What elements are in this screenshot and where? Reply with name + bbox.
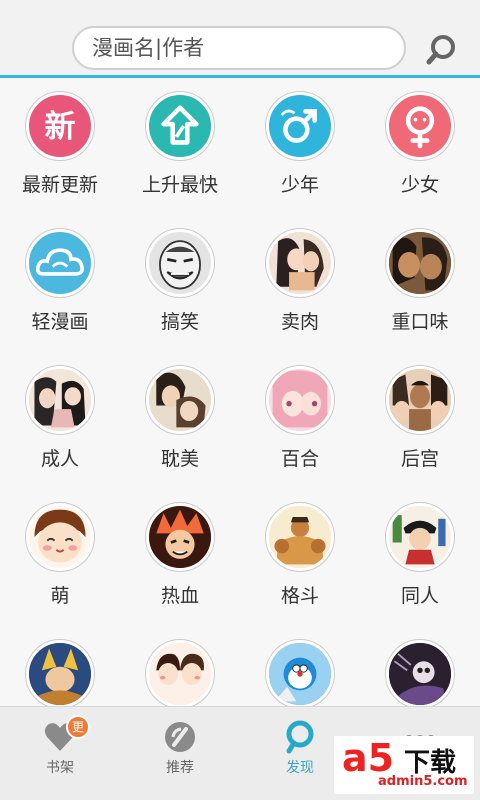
category-label: 搞笑 <box>160 311 199 333</box>
fighter-thumbnail <box>266 503 334 571</box>
category-label: 成人 <box>40 448 79 470</box>
category-fantasy[interactable] <box>0 632 120 706</box>
discover-search-icon <box>282 719 318 755</box>
category-hardcore[interactable]: 重口味 <box>360 221 480 351</box>
action-hero-thumbnail <box>146 503 214 571</box>
svg-text:新: 新 <box>45 109 76 145</box>
category-label: 热血 <box>160 585 199 607</box>
search-input[interactable] <box>92 28 392 68</box>
category-comedy[interactable]: 搞笑 <box>120 221 240 351</box>
category-fanservice[interactable]: 卖肉 <box>240 221 360 351</box>
meme-face-thumbnail <box>146 229 214 297</box>
category-label: 上升最快 <box>141 174 218 196</box>
rising-arrow-icon <box>146 92 214 160</box>
category-label: 轻漫画 <box>31 311 89 333</box>
girls-love-thumbnail <box>266 366 334 434</box>
category-label: 少年 <box>280 174 319 196</box>
category-label: 重口味 <box>391 311 449 333</box>
category-light-manga[interactable]: 轻漫画 <box>0 221 120 351</box>
category-shonen[interactable]: 少年 <box>240 84 360 214</box>
app-root: 新 最新更新 上升最快 少年 少女 轻漫画 <box>0 0 480 800</box>
category-grid: 新 最新更新 上升最快 少年 少女 轻漫画 搞笑 卖肉 重口味 成人 耽美 百合… <box>0 78 480 706</box>
fantasy-character-thumbnail <box>26 640 94 706</box>
male-symbol-icon <box>266 92 334 160</box>
category-label: 格斗 <box>280 585 319 607</box>
cute-face-thumbnail <box>26 503 94 571</box>
top-bar <box>0 0 480 78</box>
new-badge-icon: 新 <box>26 92 94 160</box>
category-label: 少女 <box>400 174 439 196</box>
category-label: 最新更新 <box>21 174 98 196</box>
category-label: 百合 <box>280 448 319 470</box>
harem-thumbnail <box>386 366 454 434</box>
category-moe[interactable]: 萌 <box>0 495 120 625</box>
dark-kiss-thumbnail <box>386 229 454 297</box>
adult-manga-thumbnail <box>26 366 94 434</box>
update-badge: 更 <box>66 715 90 739</box>
couple-cartoon-thumbnail <box>146 640 214 706</box>
category-dark[interactable] <box>360 632 480 706</box>
category-rising-fastest[interactable]: 上升最快 <box>120 84 240 214</box>
category-couple[interactable] <box>120 632 240 706</box>
boys-love-thumbnail <box>146 366 214 434</box>
nav-label: 书架 <box>46 760 74 776</box>
category-hot-blooded[interactable]: 热血 <box>120 495 240 625</box>
search-icon[interactable] <box>424 32 460 68</box>
watermark-url: admin5.com <box>378 774 468 789</box>
category-latest-updates[interactable]: 新 最新更新 <box>0 84 120 214</box>
category-boys-love[interactable]: 耽美 <box>120 358 240 488</box>
category-girls-love[interactable]: 百合 <box>240 358 360 488</box>
female-symbol-icon <box>386 92 454 160</box>
cloud-icon <box>26 229 94 297</box>
category-label: 后宫 <box>400 448 439 470</box>
dark-skull-thumbnail <box>386 640 454 706</box>
nav-bookshelf[interactable]: 更 书架 <box>0 707 120 800</box>
search-field-container[interactable] <box>72 26 406 70</box>
anime-girls-thumbnail <box>266 229 334 297</box>
nav-recommend[interactable]: 推荐 <box>120 707 240 800</box>
category-label: 萌 <box>50 585 70 607</box>
category-fighting[interactable]: 格斗 <box>240 495 360 625</box>
fan-work-thumbnail <box>386 503 454 571</box>
nav-label: 推荐 <box>166 760 194 776</box>
site-watermark: a5 下载 admin5.com <box>334 736 474 794</box>
category-doujin[interactable]: 同人 <box>360 495 480 625</box>
category-label: 同人 <box>400 585 439 607</box>
category-robot-cat[interactable] <box>240 632 360 706</box>
category-adult[interactable]: 成人 <box>0 358 120 488</box>
category-shojo[interactable]: 少女 <box>360 84 480 214</box>
category-label: 耽美 <box>160 448 199 470</box>
robot-cat-thumbnail <box>266 640 334 706</box>
category-harem[interactable]: 后宫 <box>360 358 480 488</box>
recommend-icon <box>162 719 198 755</box>
category-label: 卖肉 <box>280 311 319 333</box>
